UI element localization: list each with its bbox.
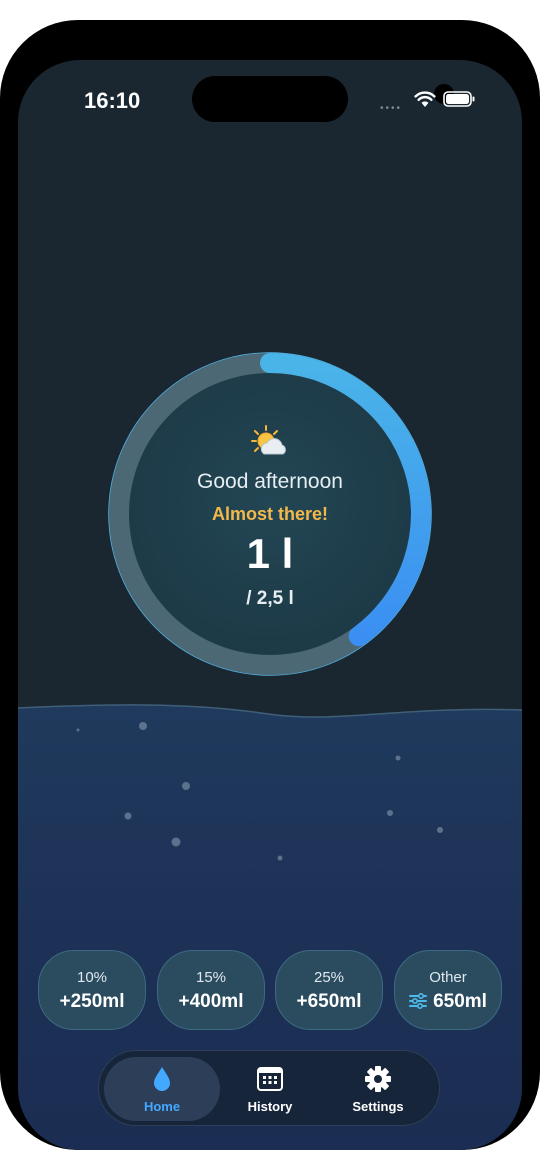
signal-icon: •••• — [380, 103, 403, 114]
quick-add-button-650[interactable]: 25% +650ml — [275, 950, 383, 1030]
quick-add-amount: +250ml — [59, 991, 125, 1012]
quick-add-amount: +400ml — [178, 991, 244, 1012]
quick-add-percent: 25% — [313, 969, 345, 986]
quick-add-button-other[interactable]: Other 650ml — [394, 950, 502, 1030]
status-bar: 16:10 •••• — [18, 60, 522, 140]
quick-add-amount: +650ml — [296, 991, 362, 1012]
phone-frame: 16:10 •••• Good afternoon Almost there! … — [0, 20, 540, 1150]
bottom-tab-bar: Home History Settings — [98, 1050, 440, 1126]
daily-goal: / 2,5 l — [246, 588, 294, 609]
dynamic-island — [192, 76, 454, 122]
tab-home[interactable]: Home — [104, 1057, 220, 1121]
gear-icon — [365, 1066, 391, 1092]
tab-label: Settings — [352, 1099, 404, 1114]
sun-behind-cloud-icon — [251, 425, 286, 455]
quick-add-percent: Other — [429, 969, 467, 986]
custom-amount-row: 650ml — [395, 991, 501, 1013]
greeting-text: Good afternoon — [197, 470, 343, 493]
battery-icon — [443, 91, 475, 107]
app-screen: 16:10 •••• Good afternoon Almost there! … — [18, 60, 522, 1150]
tab-label: History — [247, 1099, 293, 1114]
quick-add-amount: 650ml — [433, 991, 487, 1012]
hydration-progress-ring: Good afternoon Almost there! 1 l / 2,5 l — [108, 352, 432, 676]
sliders-icon — [409, 993, 428, 1009]
tab-history[interactable]: History — [212, 1057, 328, 1121]
tab-label: Home — [143, 1099, 181, 1114]
calendar-icon — [257, 1067, 283, 1091]
status-time: 16:10 — [84, 88, 141, 113]
quick-add-row: 10% +250ml 15% +400ml 25% +650ml Other 6… — [38, 950, 504, 1030]
quick-add-percent: 15% — [195, 969, 227, 986]
tab-settings[interactable]: Settings — [320, 1057, 436, 1121]
motivation-text: Almost there! — [211, 504, 328, 524]
quick-add-button-400[interactable]: 15% +400ml — [157, 950, 265, 1030]
quick-add-button-250[interactable]: 10% +250ml — [38, 950, 146, 1030]
water-drop-icon — [154, 1067, 170, 1091]
consumed-amount: 1 l — [246, 530, 294, 577]
wifi-icon — [414, 91, 436, 107]
quick-add-percent: 10% — [76, 969, 108, 986]
